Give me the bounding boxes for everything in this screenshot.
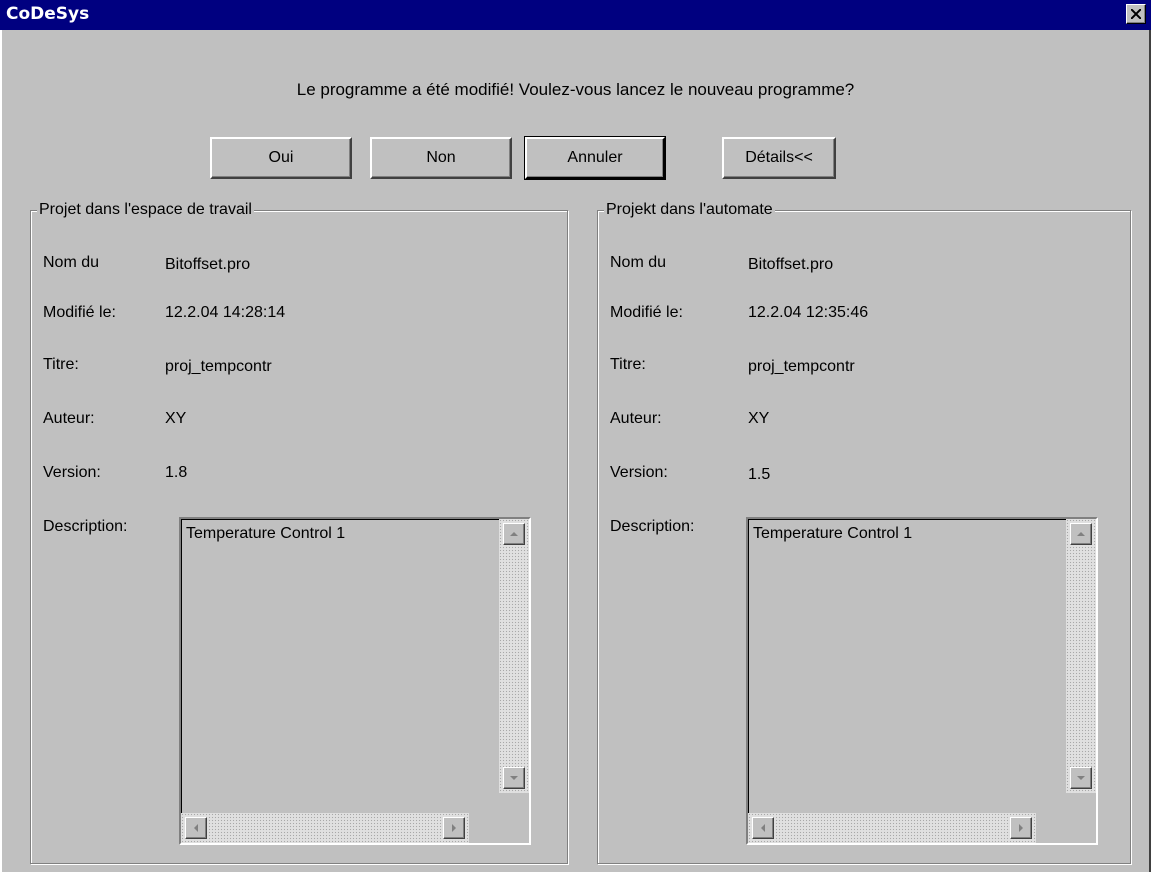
yes-button[interactable]: Oui (210, 137, 352, 179)
workspace-modified-label: Modifié le: (43, 304, 116, 321)
cancel-button[interactable]: Annuler (524, 136, 666, 180)
no-button[interactable]: Non (370, 137, 512, 179)
close-icon (1131, 9, 1141, 19)
scroll-left-button[interactable] (752, 817, 774, 839)
window-border-left (0, 30, 2, 872)
size-grip (499, 813, 529, 843)
workspace-author-value: XY (165, 410, 187, 427)
plc-author-value: XY (748, 410, 770, 427)
workspace-description-textbox[interactable]: Temperature Control 1 (179, 517, 531, 845)
workspace-version-label: Version: (43, 464, 101, 481)
plc-description-text: Temperature Control 1 (753, 525, 913, 542)
arrow-left-icon (194, 824, 198, 832)
plc-description-label: Description: (610, 518, 695, 535)
scroll-right-button[interactable] (443, 817, 465, 839)
scroll-up-button[interactable] (1070, 523, 1092, 545)
window-title: CoDeSys (6, 4, 90, 24)
dialog-message: Le programme a été modifié! Voulez-vous … (296, 80, 855, 99)
plc-modified-value: 12.2.04 12:35:46 (748, 304, 869, 321)
workspace-group-title: Projet dans l'espace de travail (37, 201, 254, 219)
plc-description-textbox[interactable]: Temperature Control 1 (746, 517, 1098, 845)
workspace-project-group: Projet dans l'espace de travail Nom du B… (30, 201, 568, 864)
scroll-right-button[interactable] (1010, 817, 1032, 839)
workspace-name-value: Bitoffset.pro (165, 256, 251, 273)
plc-group-title: Projekt dans l'automate (604, 201, 775, 219)
plc-version-value: 1.5 (748, 466, 771, 483)
arrow-down-icon (510, 776, 518, 780)
scroll-left-button[interactable] (185, 817, 207, 839)
workspace-horizontal-scrollbar[interactable] (181, 813, 469, 843)
plc-author-label: Auteur: (610, 410, 662, 427)
workspace-author-label: Auteur: (43, 410, 95, 427)
workspace-vertical-scrollbar[interactable] (499, 519, 529, 793)
arrow-up-icon (510, 532, 518, 536)
plc-version-label: Version: (610, 464, 668, 481)
size-grip (1066, 813, 1096, 843)
arrow-down-icon (1077, 776, 1085, 780)
workspace-description-text: Temperature Control 1 (186, 525, 346, 542)
plc-name-value: Bitoffset.pro (748, 256, 834, 273)
arrow-left-icon (761, 824, 765, 832)
scroll-down-button[interactable] (503, 767, 525, 789)
scroll-down-button[interactable] (1070, 767, 1092, 789)
plc-project-group: Projekt dans l'automate Nom du Bitoffset… (597, 201, 1131, 864)
plc-vertical-scrollbar[interactable] (1066, 519, 1096, 793)
scroll-up-button[interactable] (503, 523, 525, 545)
plc-title-value: proj_tempcontr (748, 358, 855, 375)
plc-horizontal-scrollbar[interactable] (748, 813, 1036, 843)
workspace-name-label: Nom du (43, 254, 100, 271)
workspace-title-value: proj_tempcontr (165, 358, 272, 375)
workspace-version-value: 1.8 (165, 464, 188, 481)
plc-title-label: Titre: (610, 356, 646, 373)
workspace-description-label: Description: (43, 518, 128, 535)
arrow-right-icon (452, 824, 456, 832)
workspace-title-label: Titre: (43, 356, 79, 373)
title-bar[interactable]: CoDeSys (0, 0, 1151, 30)
close-button[interactable] (1126, 4, 1146, 24)
arrow-up-icon (1077, 532, 1085, 536)
workspace-modified-value: 12.2.04 14:28:14 (165, 304, 286, 321)
plc-name-label: Nom du (610, 254, 667, 271)
arrow-right-icon (1019, 824, 1023, 832)
details-button[interactable]: Détails<< (722, 137, 836, 179)
plc-modified-label: Modifié le: (610, 304, 683, 321)
